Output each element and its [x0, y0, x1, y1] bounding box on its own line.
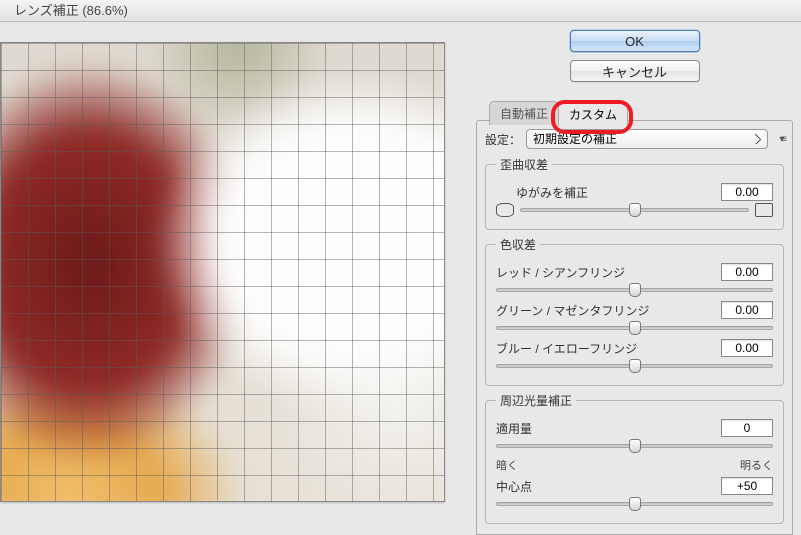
- vignette-scale-dark: 暗く: [496, 457, 518, 473]
- vignette-amount-slider[interactable]: [496, 439, 773, 453]
- settings-preset-select[interactable]: 初期設定の補正: [526, 129, 768, 149]
- tab-auto[interactable]: 自動補正: [489, 101, 559, 125]
- group-distortion-legend: 歪曲収差: [496, 156, 552, 173]
- grid-overlay: [1, 43, 444, 501]
- remove-distortion-label: ゆがみを補正: [496, 184, 721, 201]
- window-title: レンズ補正 (86.6%): [14, 3, 128, 18]
- chroma-green-input[interactable]: [721, 301, 773, 319]
- vignette-amount-label: 適用量: [496, 420, 721, 437]
- preview-canvas[interactable]: [0, 42, 445, 502]
- vignette-midpoint-label: 中心点: [496, 478, 721, 495]
- vignette-midpoint-slider[interactable]: [496, 497, 773, 511]
- settings-preset-value: 初期設定の補正: [533, 132, 617, 146]
- chroma-red-label: レッド / シアンフリンジ: [496, 264, 721, 281]
- remove-distortion-input[interactable]: [721, 183, 773, 201]
- group-chroma-legend: 色収差: [496, 236, 540, 253]
- ok-button[interactable]: OK: [570, 30, 700, 52]
- tab-container: 自動補正 カスタム 設定： 初期設定の補正 ▾ ≡ 歪曲収差 ゆがみを補正: [476, 120, 793, 535]
- group-distortion: 歪曲収差 ゆがみを補正: [485, 156, 784, 230]
- group-chroma: 色収差 レッド / シアンフリンジ グリーン / マゼンタフリンジ ブルー / …: [485, 236, 784, 386]
- chroma-blue-label: ブルー / イエローフリンジ: [496, 340, 721, 357]
- preview-area: [0, 22, 446, 503]
- vignette-scale-light: 明るく: [740, 457, 773, 473]
- cancel-button[interactable]: キャンセル: [570, 60, 700, 82]
- group-vignette: 周辺光量補正 適用量 暗く 明るく 中心点: [485, 392, 784, 524]
- chroma-red-slider[interactable]: [496, 283, 773, 297]
- group-vignette-legend: 周辺光量補正: [496, 392, 576, 409]
- chroma-blue-input[interactable]: [721, 339, 773, 357]
- vignette-midpoint-input[interactable]: [721, 477, 773, 495]
- chroma-green-slider[interactable]: [496, 321, 773, 335]
- chroma-blue-slider[interactable]: [496, 359, 773, 373]
- pincushion-icon: [755, 203, 773, 217]
- settings-label: 設定：: [485, 131, 521, 148]
- vignette-amount-input[interactable]: [721, 419, 773, 437]
- remove-distortion-slider[interactable]: [520, 203, 749, 217]
- chroma-green-label: グリーン / マゼンタフリンジ: [496, 302, 721, 319]
- settings-panel: OK キャンセル 自動補正 カスタム 設定： 初期設定の補正 ▾ ≡ 歪曲収差 …: [446, 22, 801, 503]
- window-titlebar: レンズ補正 (86.6%): [0, 0, 801, 22]
- tab-custom[interactable]: カスタム: [558, 102, 628, 126]
- chroma-red-input[interactable]: [721, 263, 773, 281]
- barrel-icon: [496, 203, 514, 217]
- panel-menu-icon[interactable]: ▾ ≡: [779, 134, 784, 145]
